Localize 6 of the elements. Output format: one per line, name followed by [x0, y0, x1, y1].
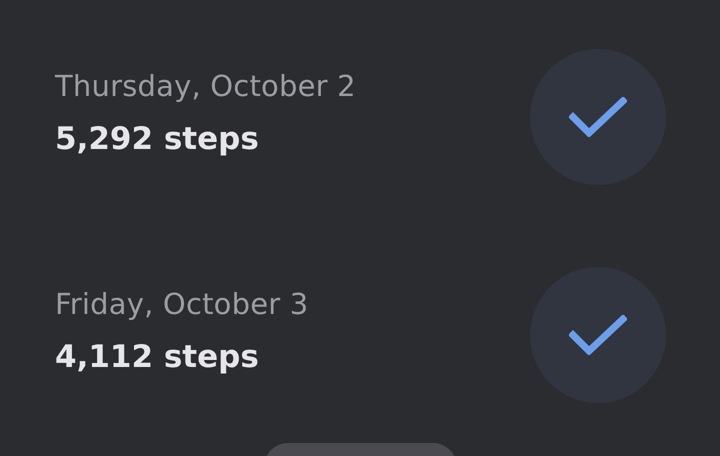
checkmark-icon	[569, 97, 627, 137]
day-date: Friday, October 3	[55, 287, 308, 321]
checkmark-icon	[569, 315, 627, 355]
step-count: 4,112 steps	[55, 339, 260, 375]
step-count: 5,292 steps	[55, 121, 260, 157]
day-date: Thursday, October 2	[55, 69, 356, 103]
